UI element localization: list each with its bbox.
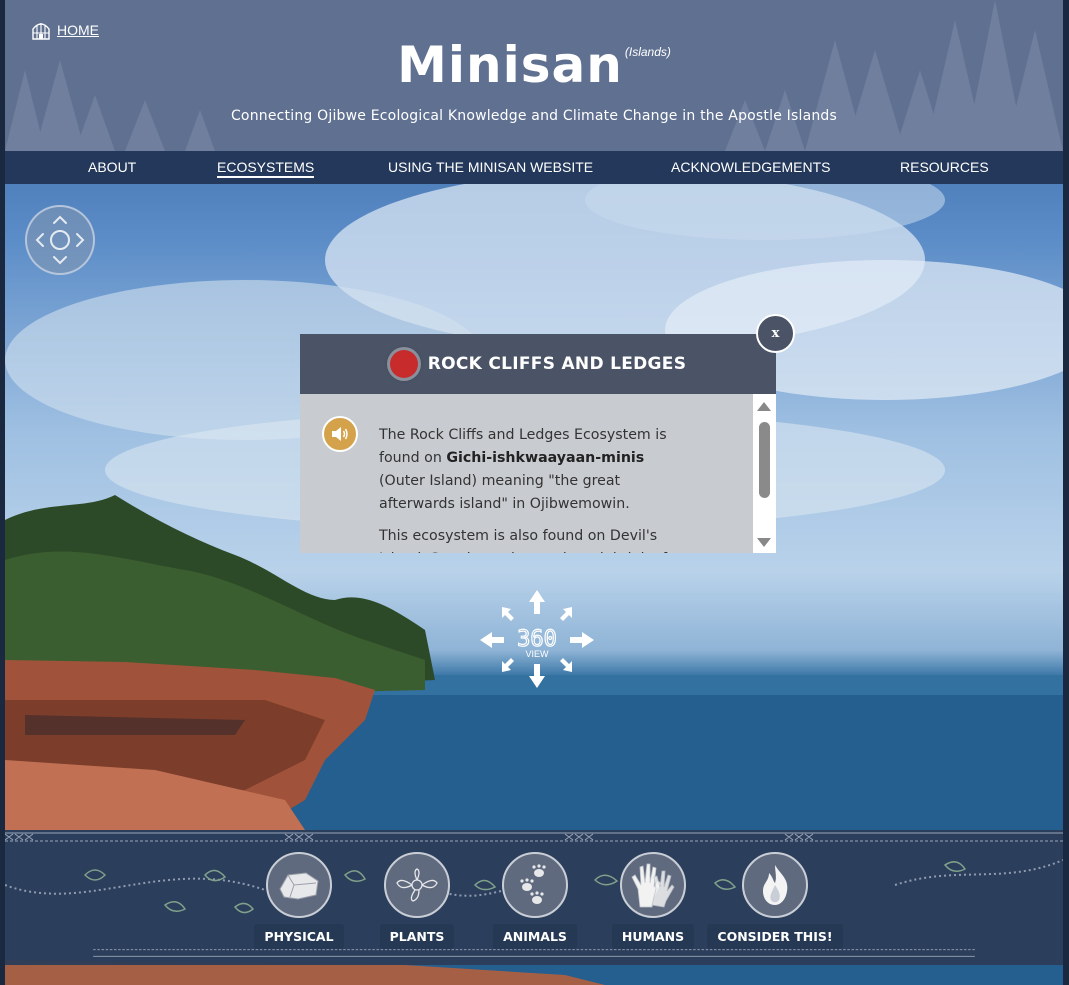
description-paragraph-1: The Rock Cliffs and Ledges Ecosystem is … bbox=[379, 424, 691, 516]
plant-beadwork-icon bbox=[396, 868, 438, 902]
speaker-icon bbox=[332, 427, 348, 441]
nav-item-using-website[interactable]: USING THE MINISAN WEBSITE bbox=[388, 159, 593, 175]
category-humans-label[interactable]: HUMANS bbox=[611, 924, 695, 949]
site-tagline: Connecting Ojibwe Ecological Knowledge a… bbox=[230, 108, 838, 124]
close-button[interactable]: x bbox=[756, 314, 795, 353]
nav-item-about[interactable]: ABOUT bbox=[88, 159, 136, 175]
hotspot-dot-icon bbox=[389, 350, 418, 378]
site-title: Minisan bbox=[397, 36, 623, 94]
popup-header: ROCK CLIFFS AND LEDGES bbox=[300, 334, 776, 394]
site-title-suffix: (Islands) bbox=[624, 45, 671, 59]
scroll-down-arrow-icon[interactable] bbox=[757, 538, 771, 547]
category-animals-label[interactable]: ANIMALS bbox=[493, 924, 577, 949]
view-360-label: VIEW bbox=[525, 649, 549, 659]
category-physical-label[interactable]: PHYSICAL bbox=[254, 924, 344, 949]
popup-scrollbar[interactable] bbox=[753, 394, 776, 553]
stitch-border-top bbox=[5, 832, 1063, 842]
category-humans[interactable]: HUMANS bbox=[593, 852, 713, 949]
category-humans-circle[interactable] bbox=[620, 852, 686, 918]
audio-play-button[interactable] bbox=[322, 416, 358, 452]
category-consider-this[interactable]: CONSIDER THIS! bbox=[705, 852, 845, 949]
nav-item-ecosystems[interactable]: ECOSYSTEMS bbox=[217, 159, 315, 178]
category-plants[interactable]: PLANTS bbox=[357, 852, 477, 949]
pan-control[interactable] bbox=[25, 205, 95, 275]
site-header: HOME Minisan (Islands) Connecting Ojibwe … bbox=[5, 0, 1063, 151]
view-360-control[interactable]: 360 VIEW bbox=[478, 588, 596, 690]
scroll-thumb[interactable] bbox=[759, 422, 770, 498]
popup-body: The Rock Cliffs and Ledges Ecosystem is … bbox=[300, 394, 776, 553]
rock-icon bbox=[279, 872, 319, 900]
directional-pad-icon bbox=[35, 215, 85, 265]
category-plants-label[interactable]: PLANTS bbox=[379, 924, 455, 949]
fire-icon bbox=[763, 865, 788, 905]
category-bar: PHYSICAL PLANTS ANIMALS HUMANS CONSIDER … bbox=[5, 830, 1063, 965]
ecosystem-popup: ROCK CLIFFS AND LEDGES x The Rock Cliffs… bbox=[300, 314, 795, 553]
scroll-up-arrow-icon[interactable] bbox=[757, 402, 771, 411]
category-animals-circle[interactable] bbox=[502, 852, 568, 918]
popup-description: The Rock Cliffs and Ledges Ecosystem is … bbox=[379, 424, 691, 553]
360-arrows-icon: 360 VIEW bbox=[480, 590, 594, 688]
stitch-border-bottom bbox=[93, 949, 975, 957]
category-animals[interactable]: ANIMALS bbox=[475, 852, 595, 949]
popup-title: ROCK CLIFFS AND LEDGES bbox=[427, 354, 687, 374]
paw-prints-icon bbox=[520, 864, 546, 904]
hands-icon bbox=[631, 863, 675, 908]
nav-item-acknowledgements[interactable]: ACKNOWLEDGEMENTS bbox=[671, 159, 830, 175]
description-paragraph-2: This ecosystem is also found on Devil's … bbox=[379, 528, 667, 553]
category-physical[interactable]: PHYSICAL bbox=[239, 852, 359, 949]
category-plants-circle[interactable] bbox=[384, 852, 450, 918]
description-text: (Outer Island) meaning "the great afterw… bbox=[379, 473, 630, 512]
main-nav: ABOUT ECOSYSTEMS USING THE MINISAN WEBSI… bbox=[5, 151, 1063, 184]
category-consider-circle[interactable] bbox=[742, 852, 808, 918]
category-physical-circle[interactable] bbox=[266, 852, 332, 918]
category-consider-label[interactable]: CONSIDER THIS! bbox=[707, 924, 843, 949]
island-name: Gichi-ishkwaayaan-minis bbox=[446, 450, 645, 466]
nav-item-resources[interactable]: RESOURCES bbox=[900, 159, 989, 175]
